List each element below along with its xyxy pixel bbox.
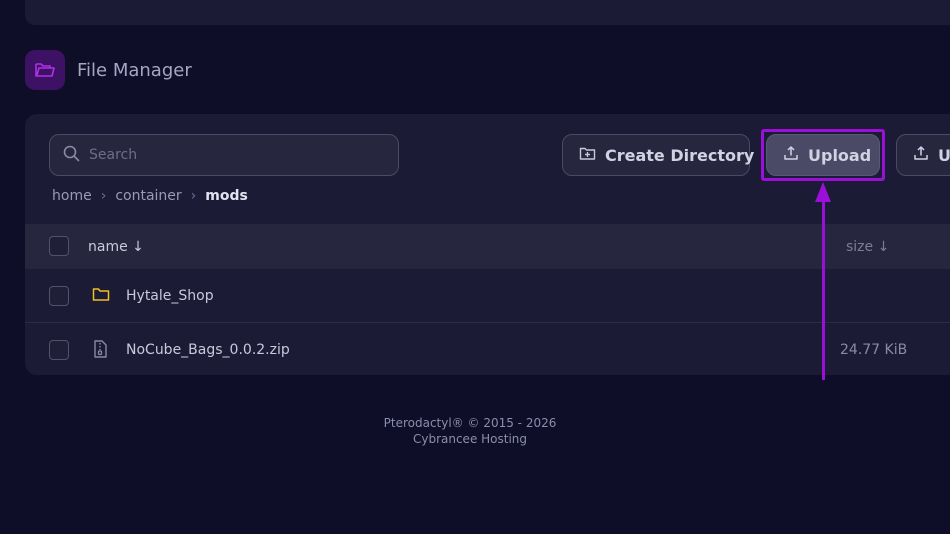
- file-manager-panel: Create Directory Upload U home › contain…: [25, 114, 950, 375]
- folder-open-icon: [25, 50, 65, 90]
- column-header-name[interactable]: name ↓: [88, 239, 144, 255]
- breadcrumb-current: mods: [205, 188, 248, 204]
- column-header-size[interactable]: size ↓: [846, 239, 889, 255]
- file-name[interactable]: Hytale_Shop: [126, 288, 214, 304]
- upload-highlight-box: [761, 129, 885, 181]
- annotation-arrow-line: [822, 196, 825, 380]
- search-icon: [63, 145, 80, 166]
- create-directory-button[interactable]: Create Directory: [562, 134, 754, 176]
- breadcrumb-container[interactable]: container: [115, 188, 181, 204]
- row-checkbox[interactable]: [49, 286, 69, 306]
- footer-host: Cybrancee Hosting: [412, 432, 528, 446]
- breadcrumb: home › container › mods: [52, 186, 248, 206]
- create-directory-label: Create Directory: [605, 145, 755, 165]
- section-header: File Manager: [25, 50, 192, 90]
- upload-secondary-button[interactable]: U: [896, 134, 950, 176]
- footer-copyright: Pterodactyl® © 2015 - 2026: [383, 416, 557, 430]
- table-row[interactable]: Hytale_Shop: [25, 269, 950, 323]
- upload-secondary-label: U: [938, 145, 950, 165]
- file-size: 24.77 KiB: [840, 342, 908, 358]
- table-row[interactable]: NoCube_Bags_0.0.2.zip 24.77 KiB: [25, 323, 950, 375]
- upload-icon: [913, 145, 929, 165]
- folder-plus-icon: [579, 146, 596, 165]
- file-archive-icon: [92, 340, 108, 362]
- select-all-checkbox[interactable]: [49, 236, 69, 256]
- row-checkbox[interactable]: [49, 340, 69, 360]
- search-box[interactable]: [49, 134, 399, 176]
- table-header: name ↓ size ↓: [25, 224, 950, 269]
- folder-icon: [92, 286, 110, 306]
- footer: Pterodactyl® © 2015 - 2026 Cybrancee Hos…: [315, 415, 625, 447]
- search-input[interactable]: [89, 147, 369, 163]
- page-title: File Manager: [77, 59, 192, 81]
- chevron-right-icon: ›: [100, 188, 107, 204]
- chevron-right-icon: ›: [190, 188, 197, 204]
- file-name[interactable]: NoCube_Bags_0.0.2.zip: [126, 342, 290, 358]
- breadcrumb-home[interactable]: home: [52, 188, 92, 204]
- top-card: [25, 0, 950, 25]
